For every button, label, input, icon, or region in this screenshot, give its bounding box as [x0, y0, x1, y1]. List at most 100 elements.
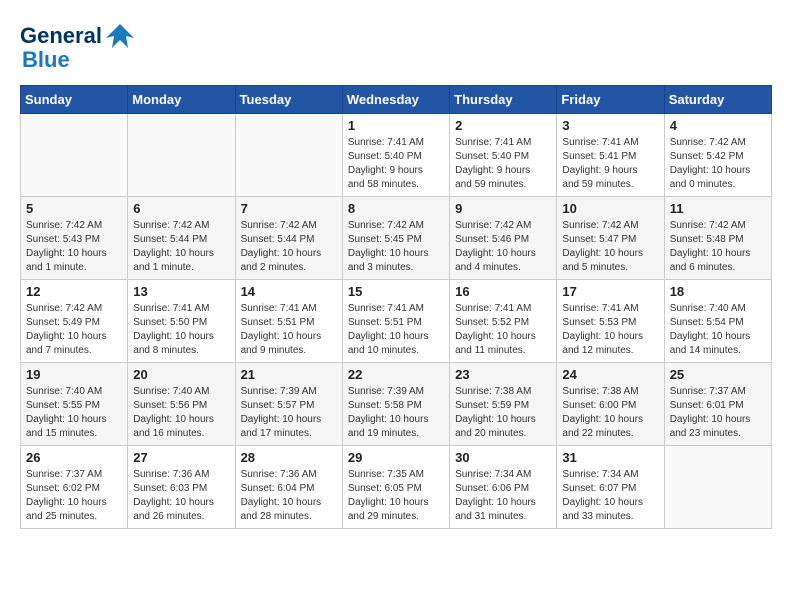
day-info: Sunrise: 7:41 AM Sunset: 5:51 PM Dayligh…: [348, 302, 444, 358]
day-number: 21: [241, 367, 337, 382]
week-row-3: 12 Sunrise: 7:42 AM Sunset: 5:49 PM Dayli…: [21, 280, 772, 363]
day-number: 10: [562, 201, 658, 216]
day-info: Sunrise: 7:42 AM Sunset: 5:46 PM Dayligh…: [455, 219, 551, 275]
calendar-cell: [128, 114, 235, 197]
calendar-cell: 24Sunrise: 7:38 AM Sunset: 6:00 PM Dayli…: [557, 363, 664, 446]
day-info: Sunrise: 7:41 AM Sunset: 5:51 PM Dayligh…: [241, 302, 337, 358]
day-number: 11: [670, 201, 766, 216]
calendar-cell: 23 Sunrise: 7:38 AM Sunset: 5:59 PM Dayli…: [450, 363, 557, 446]
day-info: Sunrise: 7:35 AM Sunset: 6:05 PM Dayligh…: [348, 468, 444, 524]
day-number: 8: [348, 201, 444, 216]
day-number: 16: [455, 284, 551, 299]
calendar-cell: 19Sunrise: 7:40 AM Sunset: 5:55 PM Dayli…: [21, 363, 128, 446]
day-info: Sunrise: 7:41 AM Sunset: 5:52 PM Dayligh…: [455, 302, 551, 358]
day-info: Sunrise: 7:38 AM Sunset: 5:59 PM Dayligh…: [455, 385, 551, 441]
day-info: Sunrise: 7:42 AM Sunset: 5:47 PM Dayligh…: [562, 219, 658, 275]
day-info: Sunrise: 7:42 AM Sunset: 5:44 PM Dayligh…: [241, 219, 337, 275]
day-info: Sunrise: 7:37 AM Sunset: 6:02 PM Dayligh…: [26, 468, 122, 524]
day-number: 30: [455, 450, 551, 465]
day-info: Sunrise: 7:34 AM Sunset: 6:07 PM Dayligh…: [562, 468, 658, 524]
calendar-cell: 30Sunrise: 7:34 AM Sunset: 6:06 PM Dayli…: [450, 446, 557, 529]
day-info: Sunrise: 7:42 AM Sunset: 5:43 PM Dayligh…: [26, 219, 122, 275]
calendar-cell: 7Sunrise: 7:42 AM Sunset: 5:44 PM Daylig…: [235, 197, 342, 280]
weekday-tuesday: Tuesday: [235, 86, 342, 114]
day-number: 5: [26, 201, 122, 216]
weekday-thursday: Thursday: [450, 86, 557, 114]
calendar-cell: 12 Sunrise: 7:42 AM Sunset: 5:49 PM Dayli…: [21, 280, 128, 363]
day-number: 23: [455, 367, 551, 382]
day-info: Sunrise: 7:39 AM Sunset: 5:58 PM Dayligh…: [348, 385, 444, 441]
day-info: Sunrise: 7:41 AM Sunset: 5:53 PM Dayligh…: [562, 302, 658, 358]
day-number: 29: [348, 450, 444, 465]
day-info: Sunrise: 7:36 AM Sunset: 6:04 PM Dayligh…: [241, 468, 337, 524]
day-number: 4: [670, 118, 766, 133]
day-number: 25: [670, 367, 766, 382]
calendar-cell: 11 Sunrise: 7:42 AM Sunset: 5:48 PM Dayli…: [664, 197, 771, 280]
calendar-cell: 14Sunrise: 7:41 AM Sunset: 5:51 PM Dayli…: [235, 280, 342, 363]
calendar-cell: [235, 114, 342, 197]
day-info: Sunrise: 7:41 AM Sunset: 5:40 PM Dayligh…: [455, 136, 551, 192]
day-number: 20: [133, 367, 229, 382]
calendar-cell: 15Sunrise: 7:41 AM Sunset: 5:51 PM Dayli…: [342, 280, 449, 363]
calendar-cell: 17Sunrise: 7:41 AM Sunset: 5:53 PM Dayli…: [557, 280, 664, 363]
calendar-cell: 9 Sunrise: 7:42 AM Sunset: 5:46 PM Daylig…: [450, 197, 557, 280]
calendar-cell: 31 Sunrise: 7:34 AM Sunset: 6:07 PM Dayli…: [557, 446, 664, 529]
calendar-cell: 10 Sunrise: 7:42 AM Sunset: 5:47 PM Dayli…: [557, 197, 664, 280]
day-number: 28: [241, 450, 337, 465]
day-info: Sunrise: 7:40 AM Sunset: 5:56 PM Dayligh…: [133, 385, 229, 441]
day-info: Sunrise: 7:41 AM Sunset: 5:41 PM Dayligh…: [562, 136, 658, 192]
page: General Blue SundayMondayTuesdayWednesda…: [0, 0, 792, 539]
week-row-2: 5 Sunrise: 7:42 AM Sunset: 5:43 PM Daylig…: [21, 197, 772, 280]
logo-general: General: [20, 24, 102, 48]
week-row-4: 19Sunrise: 7:40 AM Sunset: 5:55 PM Dayli…: [21, 363, 772, 446]
week-row-5: 26 Sunrise: 7:37 AM Sunset: 6:02 PM Dayli…: [21, 446, 772, 529]
weekday-sunday: Sunday: [21, 86, 128, 114]
day-number: 31: [562, 450, 658, 465]
calendar-cell: 16 Sunrise: 7:41 AM Sunset: 5:52 PM Dayli…: [450, 280, 557, 363]
day-number: 12: [26, 284, 122, 299]
calendar-cell: 8 Sunrise: 7:42 AM Sunset: 5:45 PM Daylig…: [342, 197, 449, 280]
calendar-cell: 21 Sunrise: 7:39 AM Sunset: 5:57 PM Dayli…: [235, 363, 342, 446]
day-number: 24: [562, 367, 658, 382]
day-info: Sunrise: 7:36 AM Sunset: 6:03 PM Dayligh…: [133, 468, 229, 524]
calendar-cell: [21, 114, 128, 197]
week-row-1: 1Sunrise: 7:41 AM Sunset: 5:40 PM Daylig…: [21, 114, 772, 197]
day-number: 3: [562, 118, 658, 133]
weekday-saturday: Saturday: [664, 86, 771, 114]
weekday-friday: Friday: [557, 86, 664, 114]
day-info: Sunrise: 7:42 AM Sunset: 5:45 PM Dayligh…: [348, 219, 444, 275]
calendar-cell: 5 Sunrise: 7:42 AM Sunset: 5:43 PM Daylig…: [21, 197, 128, 280]
calendar-cell: 20 Sunrise: 7:40 AM Sunset: 5:56 PM Dayli…: [128, 363, 235, 446]
weekday-header-row: SundayMondayTuesdayWednesdayThursdayFrid…: [21, 86, 772, 114]
day-info: Sunrise: 7:42 AM Sunset: 5:48 PM Dayligh…: [670, 219, 766, 275]
day-number: 9: [455, 201, 551, 216]
calendar: SundayMondayTuesdayWednesdayThursdayFrid…: [20, 85, 772, 529]
day-info: Sunrise: 7:42 AM Sunset: 5:44 PM Dayligh…: [133, 219, 229, 275]
header: General Blue: [20, 20, 772, 73]
calendar-cell: 28 Sunrise: 7:36 AM Sunset: 6:04 PM Dayli…: [235, 446, 342, 529]
day-number: 2: [455, 118, 551, 133]
calendar-cell: 13Sunrise: 7:41 AM Sunset: 5:50 PM Dayli…: [128, 280, 235, 363]
calendar-cell: 6 Sunrise: 7:42 AM Sunset: 5:44 PM Daylig…: [128, 197, 235, 280]
calendar-cell: 18Sunrise: 7:40 AM Sunset: 5:54 PM Dayli…: [664, 280, 771, 363]
calendar-cell: 1Sunrise: 7:41 AM Sunset: 5:40 PM Daylig…: [342, 114, 449, 197]
logo-blue: Blue: [22, 47, 70, 73]
day-info: Sunrise: 7:41 AM Sunset: 5:40 PM Dayligh…: [348, 136, 444, 192]
day-number: 13: [133, 284, 229, 299]
calendar-cell: 2 Sunrise: 7:41 AM Sunset: 5:40 PM Daylig…: [450, 114, 557, 197]
weekday-monday: Monday: [128, 86, 235, 114]
day-info: Sunrise: 7:42 AM Sunset: 5:49 PM Dayligh…: [26, 302, 122, 358]
calendar-cell: 25Sunrise: 7:37 AM Sunset: 6:01 PM Dayli…: [664, 363, 771, 446]
calendar-cell: 3 Sunrise: 7:41 AM Sunset: 5:41 PM Daylig…: [557, 114, 664, 197]
calendar-cell: 4 Sunrise: 7:42 AM Sunset: 5:42 PM Daylig…: [664, 114, 771, 197]
day-info: Sunrise: 7:42 AM Sunset: 5:42 PM Dayligh…: [670, 136, 766, 192]
day-number: 22: [348, 367, 444, 382]
day-number: 27: [133, 450, 229, 465]
calendar-cell: 29 Sunrise: 7:35 AM Sunset: 6:05 PM Dayli…: [342, 446, 449, 529]
day-info: Sunrise: 7:40 AM Sunset: 5:54 PM Dayligh…: [670, 302, 766, 358]
weekday-wednesday: Wednesday: [342, 86, 449, 114]
day-number: 6: [133, 201, 229, 216]
day-info: Sunrise: 7:39 AM Sunset: 5:57 PM Dayligh…: [241, 385, 337, 441]
day-number: 26: [26, 450, 122, 465]
day-info: Sunrise: 7:40 AM Sunset: 5:55 PM Dayligh…: [26, 385, 122, 441]
